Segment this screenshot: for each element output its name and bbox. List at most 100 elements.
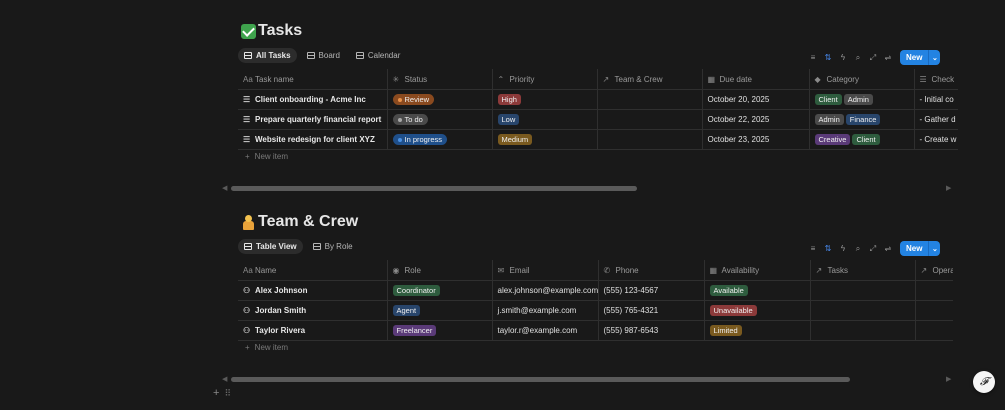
- chevron-down-icon[interactable]: ⌄: [928, 50, 940, 65]
- scroll-track[interactable]: [231, 185, 943, 191]
- availability-cell[interactable]: Available: [704, 280, 811, 301]
- col-email[interactable]: ✉ Email: [491, 260, 598, 281]
- floating-help-button[interactable]: 𝓕: [973, 371, 995, 393]
- col-team-crew[interactable]: ↗ Team & Crew: [596, 69, 702, 90]
- drag-handle-icon[interactable]: ⠿: [224, 388, 231, 399]
- opera-cell[interactable]: [915, 300, 953, 321]
- tasks-new-button[interactable]: New ⌄: [900, 50, 941, 65]
- check-cell[interactable]: - Initial co: [914, 89, 958, 110]
- status-cell[interactable]: Review: [387, 89, 493, 110]
- chevron-down-icon[interactable]: ⌄: [928, 241, 940, 256]
- tasks-new-item[interactable]: + New item: [245, 152, 288, 161]
- task-name-cell[interactable]: ☰ Website redesign for client XYZ: [238, 129, 388, 150]
- tasks-cell[interactable]: [810, 320, 916, 341]
- member-name-cell[interactable]: ⚇ Jordan Smith: [238, 300, 388, 321]
- status-cell[interactable]: In progress: [387, 129, 493, 150]
- table-row[interactable]: ⚇ Jordan Smith Agent j.smith@example.com …: [238, 300, 953, 321]
- role-cell[interactable]: Coordinator: [387, 280, 493, 301]
- col-tasks[interactable]: ↗ Tasks: [809, 260, 915, 281]
- col-availability[interactable]: ▦ Availability: [703, 260, 810, 281]
- text-property-icon: Aa: [243, 265, 253, 275]
- priority-cell[interactable]: Low: [492, 109, 598, 130]
- check-cell[interactable]: - Create w: [914, 129, 958, 150]
- phone-cell[interactable]: (555) 765-4321: [598, 300, 705, 321]
- category-cell[interactable]: Creative Client: [809, 129, 915, 150]
- col-check[interactable]: ☰ Check: [913, 69, 958, 90]
- table-row[interactable]: ☰ Client onboarding - Acme Inc Review Hig…: [238, 89, 958, 110]
- automation-icon[interactable]: ϟ: [838, 244, 848, 254]
- due-date-cell[interactable]: October 22, 2025: [702, 109, 810, 130]
- task-name-cell[interactable]: ☰ Client onboarding - Acme Inc: [238, 89, 388, 110]
- settings-icon[interactable]: ⇌: [883, 244, 893, 254]
- phone-cell[interactable]: (555) 123-4567: [598, 280, 705, 301]
- member-name-cell[interactable]: ⚇ Alex Johnson: [238, 280, 388, 301]
- col-due-date[interactable]: ▦ Due date: [701, 69, 809, 90]
- scroll-track[interactable]: [231, 376, 943, 382]
- crew-horizontal-scrollbar[interactable]: ◀ ▶: [222, 374, 952, 384]
- availability-cell[interactable]: Unavailable: [704, 300, 811, 321]
- tab-all-tasks[interactable]: All Tasks: [238, 48, 297, 63]
- col-phone[interactable]: ✆ Phone: [597, 260, 704, 281]
- check-cell[interactable]: - Gather d: [914, 109, 958, 130]
- col-status[interactable]: ✳ Status: [386, 69, 492, 90]
- scroll-thumb[interactable]: [231, 376, 851, 382]
- opera-cell[interactable]: [915, 320, 953, 341]
- col-task-name[interactable]: Aa Task name: [238, 69, 387, 90]
- email-cell[interactable]: j.smith@example.com: [492, 300, 599, 321]
- tasks-cell[interactable]: [810, 300, 916, 321]
- tab-calendar[interactable]: Calendar: [350, 48, 406, 63]
- col-category[interactable]: ◆ Category: [808, 69, 914, 90]
- filter-icon[interactable]: ≡: [808, 53, 818, 63]
- scroll-thumb[interactable]: [231, 185, 637, 191]
- due-date-cell[interactable]: October 20, 2025: [702, 89, 810, 110]
- email-cell[interactable]: taylor.r@example.com: [492, 320, 599, 341]
- col-role[interactable]: ◉ Role: [386, 260, 492, 281]
- crew-cell[interactable]: [597, 89, 703, 110]
- availability-cell[interactable]: Limited: [704, 320, 811, 341]
- crew-new-item[interactable]: + New item: [245, 343, 288, 352]
- table-row[interactable]: ☰ Prepare quarterly financial report To d…: [238, 109, 958, 130]
- category-cell[interactable]: Client Admin: [809, 89, 915, 110]
- tasks-cell[interactable]: [810, 280, 916, 301]
- member-name-cell[interactable]: ⚇ Taylor Rivera: [238, 320, 388, 341]
- scroll-left-icon[interactable]: ◀: [222, 375, 228, 383]
- tab-board[interactable]: Board: [301, 48, 346, 63]
- priority-cell[interactable]: Medium: [492, 129, 598, 150]
- due-date-cell[interactable]: October 23, 2025: [702, 129, 810, 150]
- col-opera[interactable]: ↗ Opera: [914, 260, 953, 281]
- status-cell[interactable]: To do: [387, 109, 493, 130]
- new-button-label: New: [906, 244, 923, 253]
- task-name-cell[interactable]: ☰ Prepare quarterly financial report: [238, 109, 388, 130]
- expand-icon[interactable]: ⤢: [868, 244, 878, 254]
- table-row[interactable]: ☰ Website redesign for client XYZ In prog…: [238, 129, 958, 150]
- expand-icon[interactable]: ⤢: [868, 53, 878, 63]
- role-cell[interactable]: Agent: [387, 300, 493, 321]
- tab-by-role[interactable]: By Role: [307, 239, 359, 254]
- table-row[interactable]: ⚇ Alex Johnson Coordinator alex.johnson@e…: [238, 280, 953, 301]
- crew-cell[interactable]: [597, 109, 703, 130]
- crew-cell[interactable]: [597, 129, 703, 150]
- search-icon[interactable]: ⌕: [853, 53, 863, 63]
- sort-icon[interactable]: ⇅: [823, 244, 833, 254]
- scroll-left-icon[interactable]: ◀: [222, 184, 228, 192]
- add-block-icon[interactable]: +: [213, 387, 219, 399]
- role-cell[interactable]: Freelancer: [387, 320, 493, 341]
- settings-icon[interactable]: ⇌: [883, 53, 893, 63]
- email-cell[interactable]: alex.johnson@example.com: [492, 280, 599, 301]
- category-cell[interactable]: Admin Finance: [809, 109, 915, 130]
- table-row[interactable]: ⚇ Taylor Rivera Freelancer taylor.r@examp…: [238, 320, 953, 341]
- search-icon[interactable]: ⌕: [853, 244, 863, 254]
- tab-table-view[interactable]: Table View: [238, 239, 303, 254]
- sort-icon[interactable]: ⇅: [823, 53, 833, 63]
- opera-cell[interactable]: [915, 280, 953, 301]
- col-priority[interactable]: ⌃ Priority: [491, 69, 597, 90]
- tasks-horizontal-scrollbar[interactable]: ◀ ▶: [222, 183, 952, 193]
- scroll-right-icon[interactable]: ▶: [946, 375, 952, 383]
- priority-cell[interactable]: High: [492, 89, 598, 110]
- crew-new-button[interactable]: New ⌄: [900, 241, 941, 256]
- automation-icon[interactable]: ϟ: [838, 53, 848, 63]
- phone-cell[interactable]: (555) 987-6543: [598, 320, 705, 341]
- filter-icon[interactable]: ≡: [808, 244, 818, 254]
- col-name[interactable]: Aa Name: [238, 260, 387, 281]
- scroll-right-icon[interactable]: ▶: [946, 184, 952, 192]
